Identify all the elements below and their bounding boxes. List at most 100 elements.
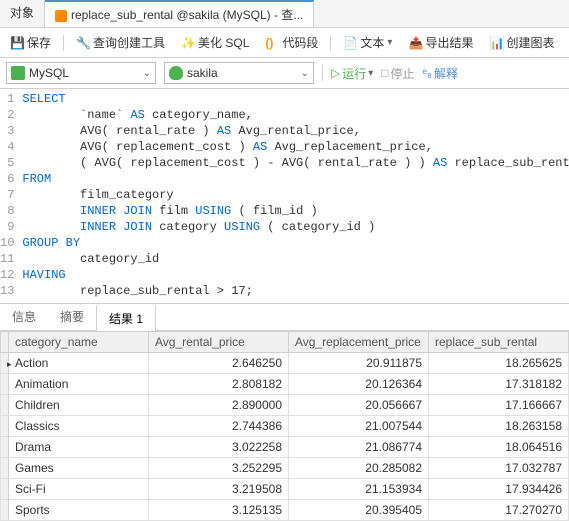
explain-icon: ᵉ₈ — [423, 66, 432, 80]
tab-result[interactable]: 结果 1 — [96, 305, 156, 331]
stop-label: 停止 — [391, 65, 415, 82]
cell-rental[interactable]: 2.808182 — [149, 374, 289, 395]
save-label: 保存 — [27, 34, 51, 51]
cell-replacement[interactable]: 20.126364 — [289, 374, 429, 395]
explain-label: 解释 — [434, 65, 458, 82]
tab-query-label: replace_sub_rental @sakila (MySQL) - 查..… — [71, 8, 303, 22]
stop-icon: □ — [381, 66, 388, 80]
export-button[interactable]: 📤导出结果 — [404, 32, 477, 53]
chevron-down-icon: ⌄ — [301, 68, 309, 79]
cell-category[interactable]: Sports — [9, 500, 149, 521]
cell-category[interactable]: Games — [9, 458, 149, 479]
separator — [63, 35, 64, 51]
toolbar: 💾保存 🔧查询创建工具 ✨美化 SQL ()代码段 📄文本▾ 📤导出结果 📊创建… — [0, 28, 569, 58]
save-icon: 💾 — [10, 36, 24, 50]
database-icon — [169, 66, 183, 80]
cell-category[interactable]: Sci-Fi — [9, 479, 149, 500]
cell-diff[interactable]: 18.265625 — [429, 353, 569, 374]
beautify-button[interactable]: ✨美化 SQL — [177, 32, 253, 53]
cell-diff[interactable]: 18.064516 — [429, 437, 569, 458]
text-button[interactable]: 📄文本▾ — [339, 32, 396, 53]
row-marker — [1, 395, 9, 416]
table-row[interactable]: Action2.64625020.91187518.265625 — [1, 353, 569, 374]
cell-rental[interactable]: 3.022258 — [149, 437, 289, 458]
cell-rental[interactable]: 2.646250 — [149, 353, 289, 374]
tab-query[interactable]: replace_sub_rental @sakila (MySQL) - 查..… — [45, 0, 314, 27]
table-row[interactable]: Games3.25229520.28508217.032787 — [1, 458, 569, 479]
col-category-name[interactable]: category_name — [9, 332, 149, 353]
tab-info[interactable]: 信息 — [0, 304, 48, 330]
table-row[interactable]: Animation2.80818220.12636417.318182 — [1, 374, 569, 395]
table-row[interactable]: Sci-Fi3.21950821.15393417.934426 — [1, 479, 569, 500]
chevron-down-icon: ▾ — [368, 68, 373, 79]
cell-rental[interactable]: 3.252295 — [149, 458, 289, 479]
cell-diff[interactable]: 17.270270 — [429, 500, 569, 521]
cell-rental[interactable]: 2.890000 — [149, 395, 289, 416]
play-icon: ▷ — [331, 66, 340, 80]
cell-diff[interactable]: 17.318182 — [429, 374, 569, 395]
row-marker — [1, 353, 9, 374]
cell-diff[interactable]: 17.934426 — [429, 479, 569, 500]
save-button[interactable]: 💾保存 — [6, 32, 55, 53]
col-avg-rental-price[interactable]: Avg_rental_price — [149, 332, 289, 353]
builder-icon: 🔧 — [76, 36, 90, 50]
export-label: 导出结果 — [425, 34, 473, 51]
cell-rental[interactable]: 2.744386 — [149, 416, 289, 437]
run-button[interactable]: ▷运行▾ — [331, 65, 373, 82]
beautify-label: 美化 SQL — [198, 34, 249, 51]
table-row[interactable]: Classics2.74438621.00754418.263158 — [1, 416, 569, 437]
explain-button[interactable]: ᵉ₈解释 — [423, 65, 458, 82]
table-row[interactable]: Children2.89000020.05666717.166667 — [1, 395, 569, 416]
cell-replacement[interactable]: 20.056667 — [289, 395, 429, 416]
connection-dropdown[interactable]: MySQL ⌄ — [6, 62, 156, 84]
tab-object[interactable]: 对象 — [0, 0, 45, 27]
export-icon: 📤 — [408, 36, 422, 50]
database-dropdown[interactable]: sakila ⌄ — [164, 62, 314, 84]
cell-replacement[interactable]: 21.153934 — [289, 479, 429, 500]
table-row[interactable]: Sports3.12513520.39540517.270270 — [1, 500, 569, 521]
row-marker — [1, 458, 9, 479]
col-avg-replacement-price[interactable]: Avg_replacement_price — [289, 332, 429, 353]
wand-icon: ✨ — [181, 36, 195, 50]
header-row: category_name Avg_rental_price Avg_repla… — [1, 332, 569, 353]
cell-diff[interactable]: 17.166667 — [429, 395, 569, 416]
row-marker — [1, 374, 9, 395]
col-replace-sub-rental[interactable]: replace_sub_rental — [429, 332, 569, 353]
text-label: 文本 — [360, 34, 384, 51]
cell-category[interactable]: Children — [9, 395, 149, 416]
top-tabs: 对象 replace_sub_rental @sakila (MySQL) - … — [0, 0, 569, 28]
connection-row: MySQL ⌄ sakila ⌄ ▷运行▾ □停止 ᵉ₈解释 — [0, 58, 569, 89]
cell-replacement[interactable]: 20.285082 — [289, 458, 429, 479]
result-tabs: 信息 摘要 结果 1 — [0, 303, 569, 331]
cell-diff[interactable]: 18.263158 — [429, 416, 569, 437]
snippet-button[interactable]: ()代码段 — [261, 32, 322, 53]
cell-category[interactable]: Animation — [9, 374, 149, 395]
code-area[interactable]: SELECT `name` AS category_name, AVG( ren… — [22, 91, 569, 299]
cell-category[interactable]: Classics — [9, 416, 149, 437]
result-grid[interactable]: category_name Avg_rental_price Avg_repla… — [0, 331, 569, 521]
separator — [322, 65, 323, 81]
cell-rental[interactable]: 3.219508 — [149, 479, 289, 500]
builder-button[interactable]: 🔧查询创建工具 — [72, 32, 169, 53]
chevron-down-icon: ⌄ — [143, 68, 151, 79]
connection-value: MySQL — [29, 66, 69, 80]
cell-replacement[interactable]: 20.395405 — [289, 500, 429, 521]
cell-rental[interactable]: 3.125135 — [149, 500, 289, 521]
table-row[interactable]: Drama3.02225821.08677418.064516 — [1, 437, 569, 458]
cell-category[interactable]: Drama — [9, 437, 149, 458]
row-marker — [1, 437, 9, 458]
chart-icon: 📊 — [489, 36, 503, 50]
stop-button[interactable]: □停止 — [381, 65, 414, 82]
text-icon: 📄 — [343, 36, 357, 50]
builder-label: 查询创建工具 — [93, 34, 165, 51]
chart-button[interactable]: 📊创建图表 — [485, 32, 558, 53]
sql-editor[interactable]: 12345678910111213 SELECT `name` AS categ… — [0, 89, 569, 299]
cell-replacement[interactable]: 21.086774 — [289, 437, 429, 458]
tab-profile[interactable]: 摘要 — [48, 304, 96, 330]
cell-replacement[interactable]: 21.007544 — [289, 416, 429, 437]
row-marker — [1, 479, 9, 500]
cell-diff[interactable]: 17.032787 — [429, 458, 569, 479]
cell-category[interactable]: Action — [9, 353, 149, 374]
cell-replacement[interactable]: 20.911875 — [289, 353, 429, 374]
row-marker — [1, 500, 9, 521]
